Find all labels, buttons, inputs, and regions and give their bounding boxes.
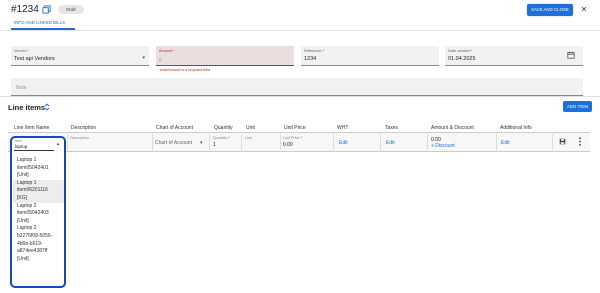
column-divider [427, 134, 428, 150]
item-search-underline [14, 150, 54, 151]
reference-field[interactable]: Reference * 1234 [301, 46, 439, 66]
table-row-divider [8, 151, 590, 152]
amount-value: 0 [159, 57, 162, 62]
column-header-amount-discount: Amount & Discount [431, 125, 474, 131]
note-placeholder: Note [16, 85, 27, 91]
unit-select[interactable]: Unit [245, 136, 252, 140]
item-option[interactable]: Laptop 1 item06201116 [KG] [13, 179, 64, 203]
item-search-label: Item [15, 139, 22, 143]
column-header-unit: Unit [246, 125, 255, 131]
quantity-label: Quantity * [213, 136, 230, 140]
date-created-value: 01.04.2025 [448, 56, 476, 62]
item-option[interactable]: Laptop 1 item05042401 [Unit] [13, 157, 64, 180]
amount-error-text: totalAmount is a required field [160, 68, 211, 72]
column-header-additional-info: Additional Info [500, 125, 532, 131]
quantity-input[interactable]: 1 [213, 142, 216, 148]
dropdown-arrow-icon: ▾ [142, 55, 145, 61]
page-title: #1234 [11, 4, 39, 15]
reference-value: 1234 [304, 56, 317, 62]
unit-price-input[interactable]: 0.00 [283, 142, 293, 148]
amount-field[interactable]: Amount * 0 [156, 46, 294, 66]
note-input[interactable]: Note [11, 78, 583, 96]
column-divider [552, 134, 553, 150]
column-header-taxes: Taxes [385, 125, 399, 131]
item-option[interactable]: Laptop 2 b2276f08-5056- 4b6b-b619- a874e… [13, 225, 64, 263]
column-divider [241, 134, 242, 150]
column-header-unit-price: Unit Price [284, 125, 306, 131]
more-options-icon[interactable] [578, 137, 582, 146]
section-divider [0, 96, 600, 97]
column-divider [496, 134, 497, 150]
item-search-dropdown[interactable]: Item laptop ▲ Laptop 1 item05042401 [Uni… [10, 136, 66, 288]
line-items-title: Line items [8, 103, 46, 112]
save-icon[interactable] [559, 138, 566, 145]
tab-info-and-linked-bills[interactable]: INFO AND LINKED BILLS [14, 20, 65, 25]
tabs-divider [0, 30, 600, 31]
column-divider [333, 134, 334, 150]
column-header-wht: WHT [337, 125, 349, 131]
vendor-value: Test api Vendors [14, 56, 55, 62]
column-header-chart-of-account: Chart of Account [156, 125, 193, 131]
chart-of-account-arrow-icon: ▾ [200, 140, 203, 146]
item-search-input[interactable]: laptop [15, 144, 27, 149]
chevron-up-icon[interactable]: ▲ [56, 141, 60, 146]
column-header-line-item-name: Line Item Name [14, 125, 50, 131]
copy-icon[interactable] [42, 5, 51, 14]
date-created-label: Date created * [448, 49, 473, 53]
column-divider [380, 134, 381, 150]
additional-info-edit-link[interactable]: Edit [501, 140, 510, 146]
item-option[interactable]: Laptop 2 item05042403 [Unit] [13, 203, 64, 226]
column-divider [209, 134, 210, 150]
item-option-list: Laptop 1 item05042401 [Unit] Laptop 1 it… [13, 157, 64, 263]
add-item-button[interactable]: ADD ITEM [563, 101, 592, 112]
wht-edit-link[interactable]: Edit [339, 140, 348, 146]
column-header-description: Description [71, 125, 97, 131]
save-and-close-button[interactable]: SAVE AND CLOSE [527, 4, 573, 16]
chart-of-account-select[interactable]: Chart of Account [155, 140, 192, 146]
column-divider [280, 134, 281, 150]
collapse-toggle-icon[interactable] [44, 103, 50, 111]
amount-label: Amount * [159, 49, 175, 53]
description-input[interactable]: Description [70, 136, 89, 140]
taxes-edit-link[interactable]: Edit [386, 140, 395, 146]
vendor-label: Vendor * [14, 49, 29, 53]
column-divider [67, 134, 68, 150]
calendar-icon[interactable] [567, 51, 575, 59]
status-badge: Draft [58, 5, 84, 14]
column-header-quantity: Quantity [214, 125, 233, 131]
vendor-select[interactable]: Vendor * Test api Vendors ▾ [11, 46, 149, 66]
add-discount-link[interactable]: + Discount [431, 143, 455, 149]
column-divider [152, 134, 153, 150]
close-icon[interactable]: ✕ [580, 6, 588, 14]
reference-label: Reference * [304, 49, 325, 53]
date-created-field[interactable]: Date created * 01.04.2025 [445, 46, 583, 66]
unit-price-label: Unit Price * [283, 136, 303, 140]
